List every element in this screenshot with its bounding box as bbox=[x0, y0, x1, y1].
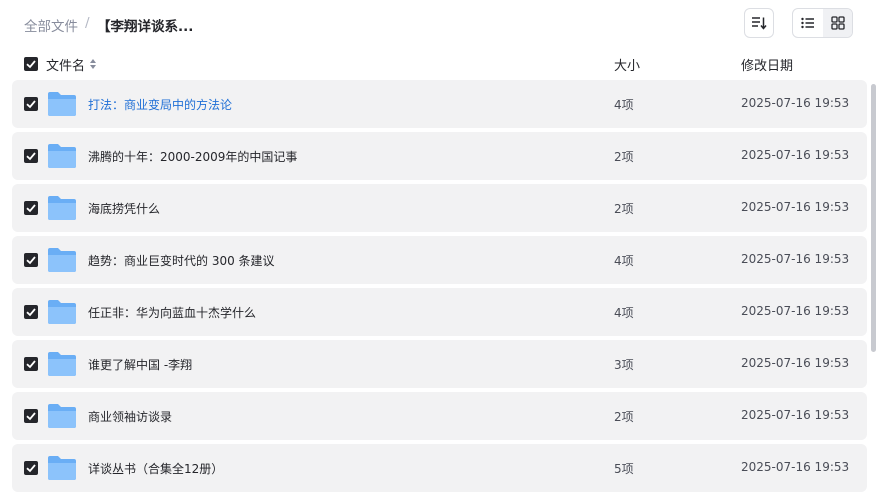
row-checkbox[interactable] bbox=[24, 305, 38, 319]
column-header-modified: 修改日期 bbox=[741, 59, 794, 74]
sort-toggle-icon[interactable] bbox=[89, 58, 97, 70]
column-header-name[interactable]: 文件名 bbox=[46, 55, 85, 74]
folder-icon bbox=[48, 92, 76, 116]
file-modified: 2025-07-16 19:53 bbox=[741, 408, 850, 422]
folder-icon bbox=[48, 144, 76, 168]
grid-view-button[interactable] bbox=[823, 9, 852, 37]
file-row[interactable]: 任正非：华为向蓝血十杰学什么 4项 2025-07-16 19:53 bbox=[12, 288, 867, 336]
row-checkbox[interactable] bbox=[24, 461, 38, 475]
row-checkbox[interactable] bbox=[24, 201, 38, 215]
file-modified: 2025-07-16 19:53 bbox=[741, 200, 850, 214]
breadcrumb-root[interactable]: 全部文件 bbox=[24, 15, 78, 35]
column-header-size: 大小 bbox=[614, 59, 641, 74]
breadcrumb-current: 【李翔详谈系... bbox=[97, 19, 194, 35]
file-list-header: 文件名 大小 修改日期 bbox=[0, 50, 878, 78]
file-size: 2项 bbox=[614, 150, 634, 164]
file-name[interactable]: 海底捞凭什么 bbox=[88, 200, 160, 217]
folder-icon bbox=[48, 456, 76, 480]
file-list: 打法：商业变局中的方法论 4项 2025-07-16 19:53 沸腾的十年：2… bbox=[12, 80, 867, 496]
select-all-checkbox[interactable] bbox=[24, 57, 38, 71]
file-row[interactable]: 趋势：商业巨变时代的 300 条建议 4项 2025-07-16 19:53 bbox=[12, 236, 867, 284]
sort-descending-icon bbox=[752, 17, 767, 30]
file-modified: 2025-07-16 19:53 bbox=[741, 96, 850, 110]
row-checkbox[interactable] bbox=[24, 253, 38, 267]
file-name[interactable]: 任正非：华为向蓝血十杰学什么 bbox=[88, 304, 256, 321]
file-modified: 2025-07-16 19:53 bbox=[741, 304, 850, 318]
file-size: 5项 bbox=[614, 462, 634, 476]
file-size: 4项 bbox=[614, 306, 634, 320]
list-view-button[interactable] bbox=[793, 9, 823, 37]
file-size: 3项 bbox=[614, 358, 634, 372]
file-name[interactable]: 打法：商业变局中的方法论 bbox=[88, 96, 232, 113]
file-row[interactable]: 谁更了解中国 -李翔 3项 2025-07-16 19:53 bbox=[12, 340, 867, 388]
file-size: 4项 bbox=[614, 254, 634, 268]
file-modified: 2025-07-16 19:53 bbox=[741, 252, 850, 266]
row-checkbox[interactable] bbox=[24, 357, 38, 371]
folder-icon bbox=[48, 196, 76, 220]
breadcrumb-separator: / bbox=[85, 15, 90, 31]
file-name[interactable]: 沸腾的十年：2000-2009年的中国记事 bbox=[88, 148, 297, 165]
file-row[interactable]: 海底捞凭什么 2项 2025-07-16 19:53 bbox=[12, 184, 867, 232]
grid-view-icon bbox=[830, 16, 845, 30]
row-checkbox[interactable] bbox=[24, 97, 38, 111]
file-modified: 2025-07-16 19:53 bbox=[741, 356, 850, 370]
file-modified: 2025-07-16 19:53 bbox=[741, 148, 850, 162]
sort-button[interactable] bbox=[744, 8, 774, 38]
file-row[interactable]: 商业领袖访谈录 2项 2025-07-16 19:53 bbox=[12, 392, 867, 440]
view-mode-switch bbox=[792, 8, 853, 38]
file-size: 4项 bbox=[614, 98, 634, 112]
folder-icon bbox=[48, 248, 76, 272]
file-modified: 2025-07-16 19:53 bbox=[741, 460, 850, 474]
list-view-icon bbox=[801, 17, 814, 29]
file-name[interactable]: 详谈丛书（合集全12册） bbox=[88, 460, 223, 477]
folder-icon bbox=[48, 300, 76, 324]
file-name[interactable]: 商业领袖访谈录 bbox=[88, 408, 172, 425]
file-row[interactable]: 沸腾的十年：2000-2009年的中国记事 2项 2025-07-16 19:5… bbox=[12, 132, 867, 180]
row-checkbox[interactable] bbox=[24, 409, 38, 423]
file-row[interactable]: 打法：商业变局中的方法论 4项 2025-07-16 19:53 bbox=[12, 80, 867, 128]
file-name[interactable]: 趋势：商业巨变时代的 300 条建议 bbox=[88, 252, 275, 269]
toolbar: 全部文件 / 【李翔详谈系... bbox=[0, 0, 878, 48]
folder-icon bbox=[48, 352, 76, 376]
folder-icon bbox=[48, 404, 76, 428]
file-size: 2项 bbox=[614, 202, 634, 216]
file-name[interactable]: 谁更了解中国 -李翔 bbox=[88, 356, 192, 373]
file-row[interactable]: 详谈丛书（合集全12册） 5项 2025-07-16 19:53 bbox=[12, 444, 867, 492]
vertical-scrollbar[interactable] bbox=[871, 84, 876, 352]
row-checkbox[interactable] bbox=[24, 149, 38, 163]
file-size: 2项 bbox=[614, 410, 634, 424]
